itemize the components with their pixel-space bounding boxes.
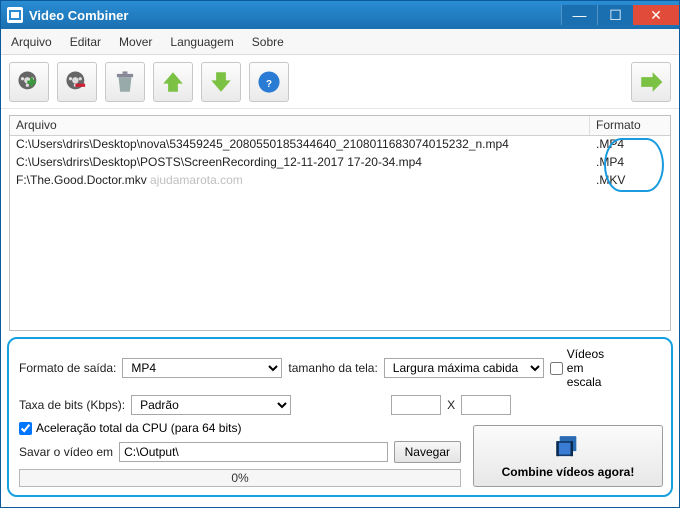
cpu-accel-input[interactable]	[19, 422, 32, 435]
window-controls: — ☐ ✕	[561, 5, 679, 25]
bitrate-select[interactable]: Padrão	[131, 395, 291, 415]
remove-video-button[interactable]	[57, 62, 97, 102]
titlebar[interactable]: Video Combiner — ☐ ✕	[1, 1, 679, 29]
file-path: F:\The.Good.Doctor.mkv ajudamarota.com	[10, 172, 590, 190]
file-format: .MP4	[590, 154, 670, 172]
help-button[interactable]: ?	[249, 62, 289, 102]
close-button[interactable]: ✕	[633, 5, 679, 25]
progress-bar: 0%	[19, 469, 461, 487]
menu-arquivo[interactable]: Arquivo	[11, 35, 52, 49]
proceed-button[interactable]	[631, 62, 671, 102]
file-path: C:\Users\drirs\Desktop\nova\53459245_208…	[10, 136, 590, 154]
col-header-file[interactable]: Arquivo	[10, 116, 590, 135]
scale-videos-input[interactable]	[550, 362, 563, 375]
file-format: .MKV	[590, 172, 670, 190]
app-icon	[7, 7, 23, 23]
svg-text:?: ?	[266, 78, 272, 89]
file-path: C:\Users\drirs\Desktop\POSTS\ScreenRecor…	[10, 154, 590, 172]
minimize-button[interactable]: —	[561, 5, 597, 25]
save-path-label: Savar o vídeo em	[19, 445, 113, 459]
dimension-x: X	[447, 398, 455, 412]
file-row[interactable]: C:\Users\drirs\Desktop\POSTS\ScreenRecor…	[10, 154, 670, 172]
cpu-accel-label: Aceleração total da CPU (para 64 bits)	[36, 421, 241, 435]
clear-list-button[interactable]	[105, 62, 145, 102]
output-format-label: Formato de saída:	[19, 361, 116, 375]
menu-editar[interactable]: Editar	[70, 35, 101, 49]
save-path-input[interactable]	[119, 442, 388, 462]
scale-videos-checkbox[interactable]: Vídeos em escala	[550, 347, 604, 389]
screen-size-label: tamanho da tela:	[288, 361, 377, 375]
combine-button[interactable]: Combine vídeos agora!	[473, 425, 663, 487]
file-list-header: Arquivo Formato	[10, 116, 670, 136]
move-down-button[interactable]	[201, 62, 241, 102]
toolbar: ?	[1, 55, 679, 109]
menu-sobre[interactable]: Sobre	[252, 35, 284, 49]
menu-languagem[interactable]: Languagem	[170, 35, 233, 49]
window-title: Video Combiner	[29, 8, 561, 23]
combine-button-label: Combine vídeos agora!	[502, 465, 635, 479]
width-input[interactable]	[391, 395, 441, 415]
cpu-accel-checkbox[interactable]: Aceleração total da CPU (para 64 bits)	[19, 421, 241, 435]
menubar: Arquivo Editar Mover Languagem Sobre	[1, 29, 679, 55]
watermark: ajudamarota.com	[150, 173, 243, 187]
output-format-select[interactable]: MP4	[122, 358, 282, 378]
file-row[interactable]: C:\Users\drirs\Desktop\nova\53459245_208…	[10, 136, 670, 154]
progress-label: 0%	[20, 471, 460, 485]
menu-mover[interactable]: Mover	[119, 35, 152, 49]
app-window: Video Combiner — ☐ ✕ Arquivo Editar Move…	[0, 0, 680, 508]
col-header-format[interactable]: Formato	[590, 116, 670, 135]
bitrate-label: Taxa de bits (Kbps):	[19, 398, 125, 412]
move-up-button[interactable]	[153, 62, 193, 102]
height-input[interactable]	[461, 395, 511, 415]
settings-panel: Formato de saída: MP4 tamanho da tela: L…	[7, 337, 673, 497]
browse-button[interactable]: Navegar	[394, 441, 461, 463]
file-list[interactable]: Arquivo Formato C:\Users\drirs\Desktop\n…	[9, 115, 671, 331]
scale-videos-label: Vídeos em escala	[567, 347, 604, 389]
maximize-button[interactable]: ☐	[597, 5, 633, 25]
file-format: .MP4	[590, 136, 670, 154]
film-icon	[553, 434, 583, 463]
add-video-button[interactable]	[9, 62, 49, 102]
file-row[interactable]: F:\The.Good.Doctor.mkv ajudamarota.com.M…	[10, 172, 670, 190]
screen-size-select[interactable]: Largura máxima cabida	[384, 358, 544, 378]
